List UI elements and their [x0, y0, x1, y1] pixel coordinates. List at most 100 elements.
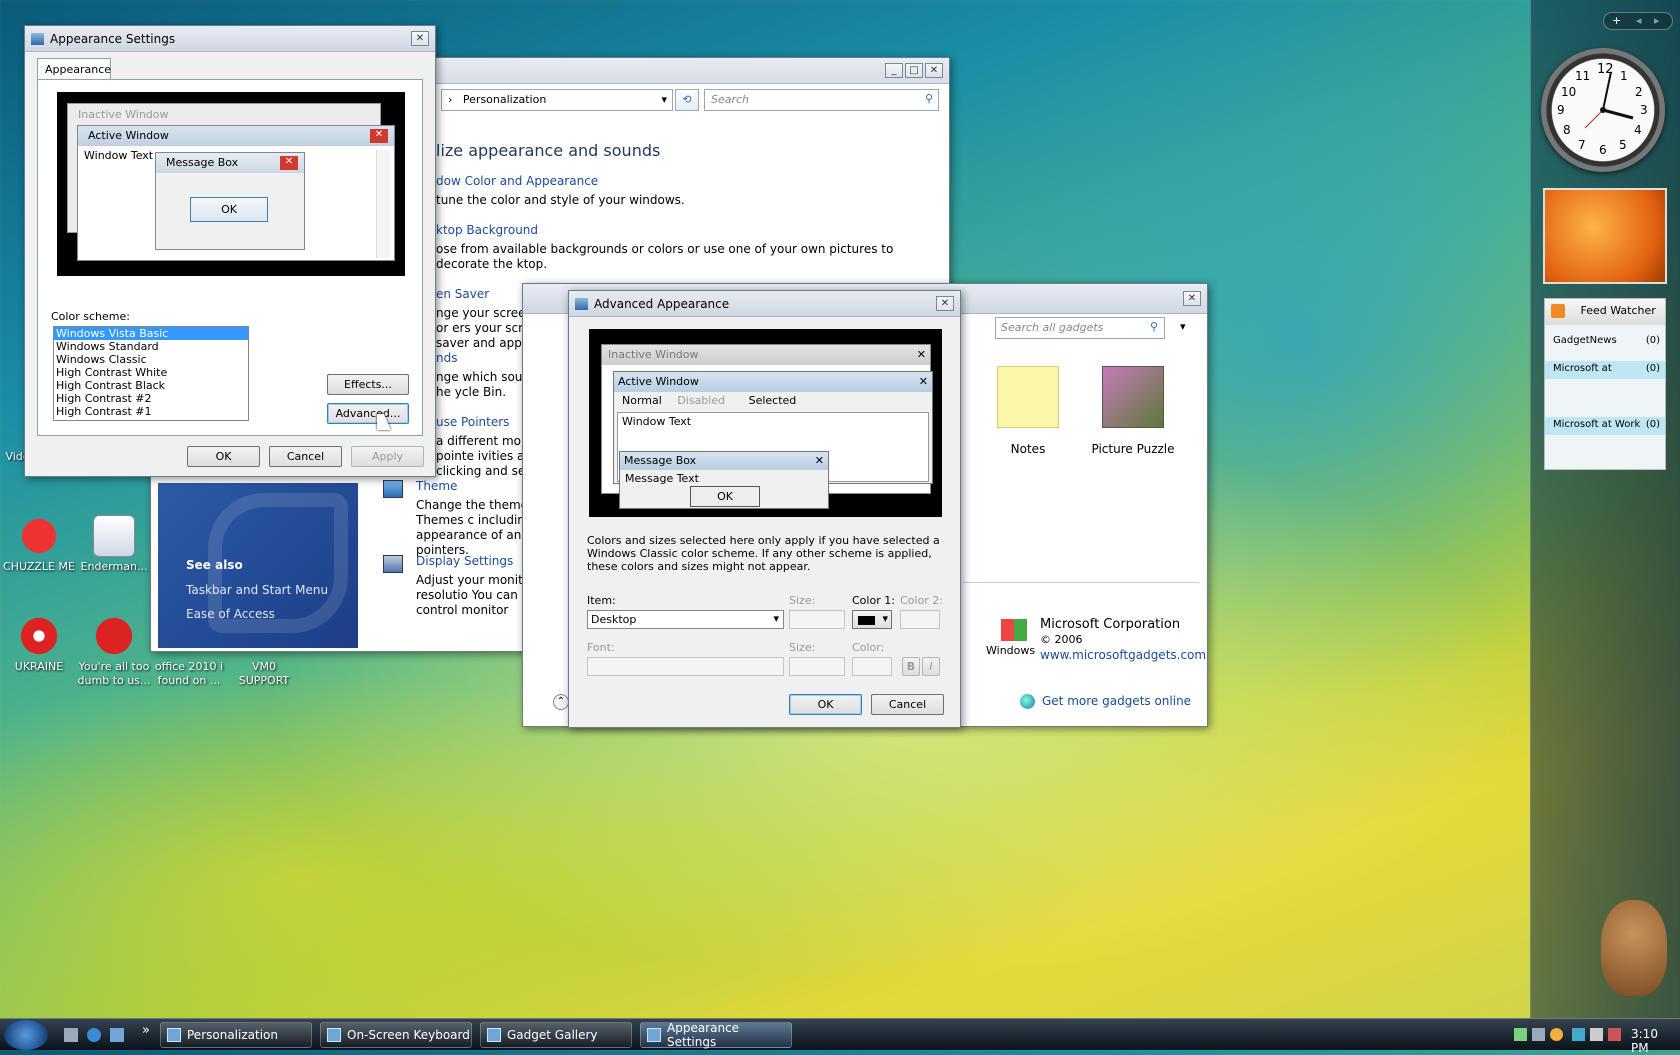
security-icon[interactable]	[1572, 1028, 1585, 1041]
breadcrumb[interactable]: Personalization	[463, 93, 546, 106]
link-taskbar-start-menu[interactable]: Taskbar and Start Menu	[186, 583, 328, 597]
ie-icon[interactable]	[87, 1028, 101, 1042]
desktop-icon-office[interactable]: office 2010 i found on ...	[150, 660, 228, 688]
gadget-picture-puzzle[interactable]: Picture Puzzle	[1083, 366, 1183, 456]
clock-gadget[interactable]: 12 1 2 3 4 5 6 7 8 9 10 11	[1541, 48, 1665, 172]
scheme-option[interactable]: Windows Classic	[54, 353, 248, 366]
close-icon[interactable]: ✕	[411, 31, 429, 46]
effects-button[interactable]: Effects...	[327, 374, 409, 395]
close-icon[interactable]: ✕	[925, 63, 943, 78]
clock-time[interactable]: 3:10 PM	[1631, 1027, 1670, 1055]
font-color-picker[interactable]	[852, 657, 892, 676]
chevron-right-icon[interactable]: ▸	[1654, 14, 1660, 27]
font-size-select[interactable]	[789, 657, 845, 676]
window-icon	[167, 1028, 181, 1042]
feed-item[interactable]: Microsoft at Work (0)	[1545, 417, 1665, 435]
gadget-search-input[interactable]: Search all gadgets ⚲	[995, 317, 1165, 339]
desktop-icon-enderman[interactable]: Enderman...	[75, 515, 153, 574]
chevron-down-icon[interactable]: ▾	[661, 93, 667, 106]
tab-appearance[interactable]: Appearance	[37, 58, 111, 80]
start-button[interactable]	[4, 1020, 48, 1050]
ok-button[interactable]: OK	[789, 694, 862, 715]
ok-button[interactable]: OK	[187, 446, 260, 467]
size-stepper[interactable]	[789, 610, 845, 629]
network-icon[interactable]	[1514, 1028, 1527, 1041]
feed-item[interactable]: GadgetNews (0)	[1545, 333, 1665, 351]
close-icon[interactable]: ✕	[1183, 291, 1201, 306]
bold-button[interactable]: B	[902, 657, 920, 676]
slideshow-gadget[interactable]	[1543, 188, 1667, 284]
close-icon[interactable]: ✕	[936, 296, 954, 311]
publisher-site-link[interactable]: www.microsoftgadgets.com	[1040, 648, 1206, 662]
windows-wordmark: Windows	[986, 644, 1036, 657]
link-theme[interactable]: Theme	[416, 479, 457, 493]
link-mouse-pointers[interactable]: use Pointers	[436, 415, 509, 429]
advanced-button[interactable]: Advanced...	[327, 403, 409, 424]
appearance-preview: Inactive Window Active Window ✕ Window T…	[57, 92, 405, 276]
chevron-left-icon[interactable]: ◂	[1636, 14, 1642, 27]
italic-button[interactable]: I	[922, 657, 940, 676]
desktop-icon-vm0[interactable]: VM0 SUPPORT	[225, 660, 303, 688]
link-display-settings[interactable]: Display Settings	[416, 554, 513, 568]
appearance-titlebar[interactable]: Appearance Settings ✕	[25, 26, 435, 52]
quicklaunch-icon[interactable]	[64, 1028, 78, 1042]
show-details-button[interactable]: ⌃	[553, 694, 569, 710]
taskbar-item-appearance-settings[interactable]: Appearance Settings	[640, 1021, 792, 1049]
maximize-icon[interactable]: □	[905, 63, 923, 78]
link-screen-saver[interactable]: en Saver	[436, 287, 489, 301]
advanced-preview[interactable]: Inactive Window ✕ Active Window ✕ Normal…	[589, 329, 942, 517]
desktop-icon-chuzzle[interactable]: CHUZZLE ME	[0, 515, 78, 574]
address-bar[interactable]: › Personalization ▾	[441, 89, 673, 111]
minimize-icon[interactable]: _	[885, 63, 903, 78]
scheme-option[interactable]: Windows Standard	[54, 340, 248, 353]
scheme-option[interactable]: High Contrast #1	[54, 405, 248, 418]
link-sounds[interactable]: nds	[436, 351, 457, 365]
search-icon[interactable]: ⚲	[1150, 320, 1158, 333]
advanced-titlebar[interactable]: Advanced Appearance ✕	[569, 291, 960, 317]
taskbar-item-personalization[interactable]: Personalization	[160, 1022, 312, 1048]
publisher-year: © 2006	[1040, 633, 1083, 646]
link-ease-of-access[interactable]: Ease of Access	[186, 607, 275, 621]
feed-watcher-gadget[interactable]: Feed Watcher GadgetNews (0) Microsoft at…	[1544, 298, 1666, 470]
link-window-color[interactable]: dow Color and Appearance	[436, 174, 598, 188]
taskbar-item-keyboard[interactable]: On-Screen Keyboard	[320, 1022, 472, 1048]
advanced-note: Colors and sizes selected here only appl…	[587, 534, 940, 573]
scheme-option[interactable]: High Contrast White	[54, 366, 248, 379]
search-icon[interactable]: ⚲	[925, 92, 933, 105]
color2-picker[interactable]	[900, 610, 940, 629]
item-select[interactable]: Desktop ▾	[587, 610, 784, 629]
menu-normal: Normal	[622, 394, 662, 407]
feed-item[interactable]: Microsoft at (0)	[1545, 361, 1665, 379]
color-scheme-list[interactable]: Windows Vista Basic Windows Standard Win…	[53, 326, 249, 421]
color1-picker[interactable]: ▾	[852, 610, 892, 629]
chevron-down-icon[interactable]: ▾	[1180, 320, 1186, 333]
link-desktop-background[interactable]: ktop Background	[436, 223, 538, 237]
add-gadget-icon[interactable]: +	[1612, 14, 1621, 27]
font-select[interactable]	[587, 657, 784, 676]
tray-icon[interactable]	[1532, 1028, 1545, 1041]
volume-icon[interactable]	[1590, 1028, 1603, 1041]
preview-message-box: Message Box ✕ OK	[155, 152, 305, 250]
scheme-option[interactable]: Windows Vista Basic	[54, 327, 248, 340]
gadget-notes[interactable]: Notes	[988, 366, 1068, 456]
taskbar-item-gadget-gallery[interactable]: Gadget Gallery	[480, 1022, 632, 1048]
gadget-details-divider	[963, 582, 1199, 583]
adv-msg-text: Message Text	[625, 472, 699, 485]
desktop-icon-ukraine[interactable]: UKRAINE	[0, 615, 78, 674]
scheme-option[interactable]: High Contrast #2	[54, 392, 248, 405]
quicklaunch-chevron[interactable]: »	[142, 1023, 150, 1038]
see-also-heading: See also	[186, 558, 243, 572]
tray-icon[interactable]	[1608, 1028, 1621, 1041]
scheme-option[interactable]: High Contrast Black	[54, 379, 248, 392]
color-scheme-label: Color scheme:	[51, 310, 130, 323]
cancel-button[interactable]: Cancel	[871, 694, 944, 715]
window-title: Advanced Appearance	[594, 296, 730, 311]
search-icon[interactable]	[1550, 1028, 1563, 1041]
show-desktop-icon[interactable]	[110, 1028, 124, 1042]
desktop-icon-devcpp[interactable]: You're all too dumb to us...	[75, 615, 153, 688]
cancel-button[interactable]: Cancel	[269, 446, 342, 467]
get-more-gadgets-link[interactable]: Get more gadgets online	[1042, 694, 1191, 708]
apply-button[interactable]: Apply	[351, 446, 424, 467]
search-input[interactable]: Search ⚲	[704, 89, 939, 111]
refresh-button[interactable]: ⟲	[675, 89, 699, 111]
